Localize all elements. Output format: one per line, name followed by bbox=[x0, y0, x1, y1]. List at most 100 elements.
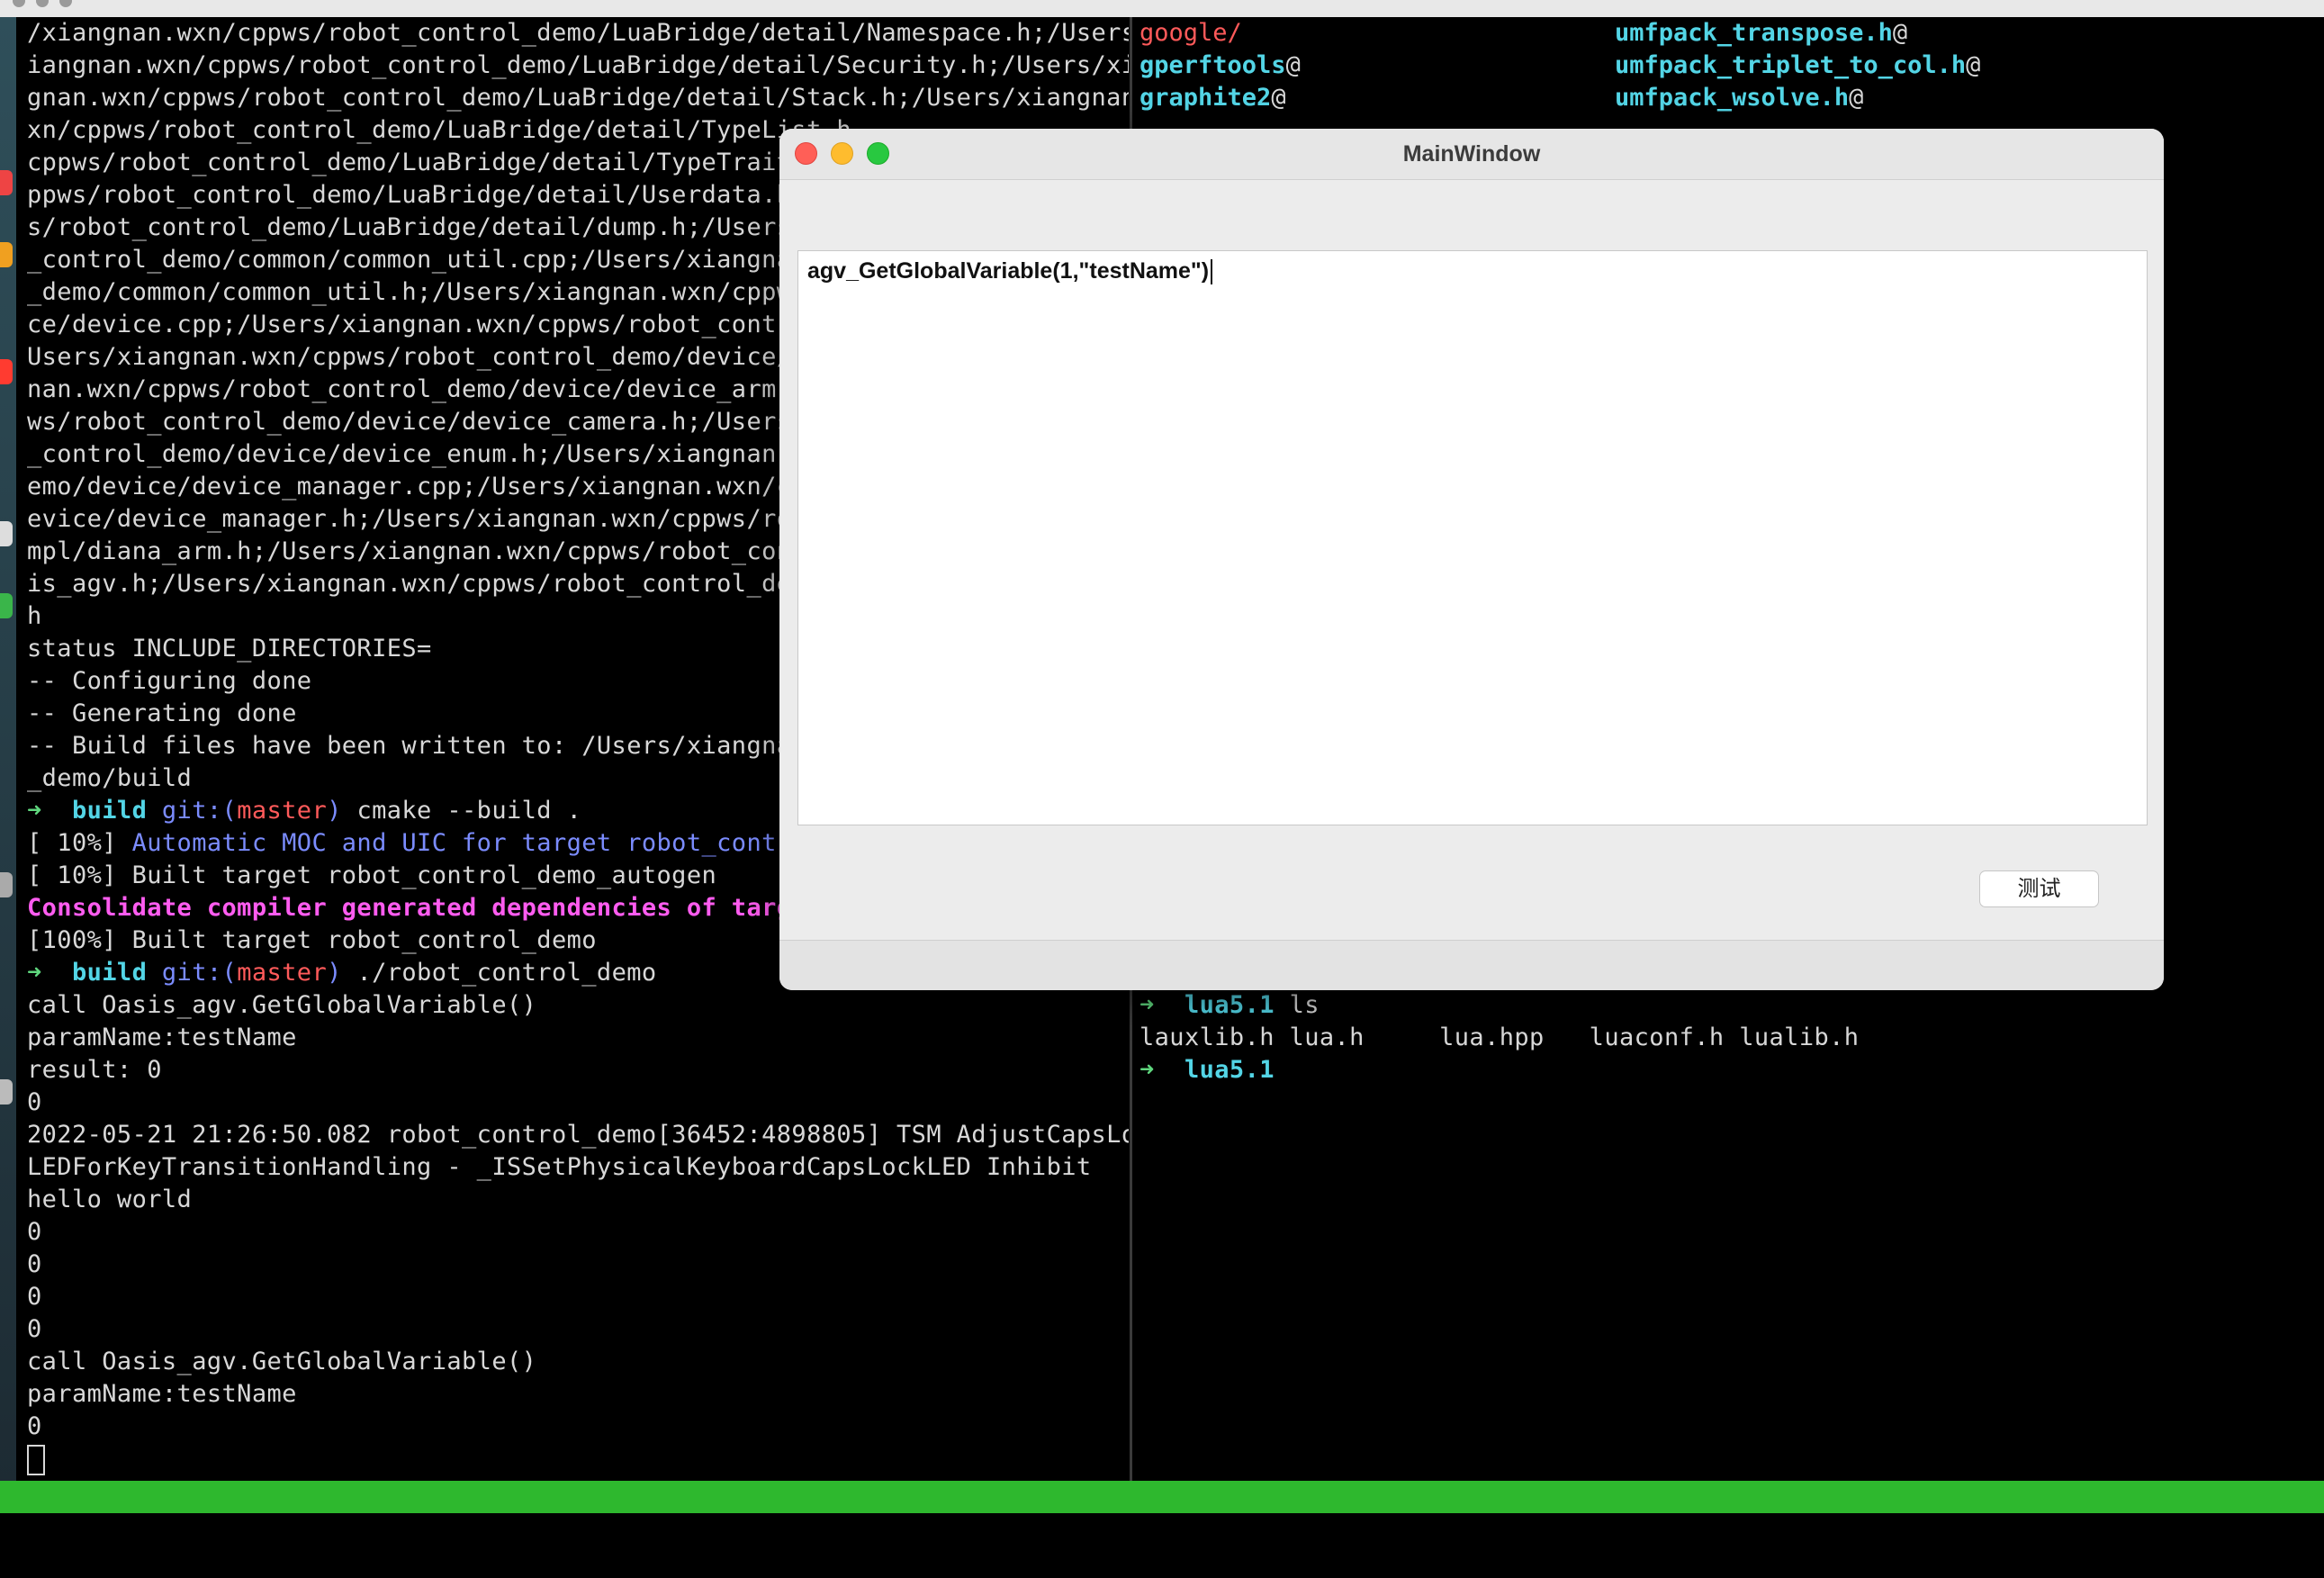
ls-entry: umfpack_wsolve.h@ bbox=[1615, 82, 1863, 114]
terminal-text: 0 bbox=[27, 1412, 42, 1440]
dock-app-icon[interactable] bbox=[0, 593, 13, 618]
terminal-text: hello world bbox=[27, 1186, 193, 1213]
symlink-marker: @ bbox=[1285, 51, 1301, 79]
terminal-text: [100%] Built target robot_control_demo bbox=[27, 926, 597, 954]
dock-app-icon[interactable] bbox=[0, 521, 13, 546]
tmux-host-label: "xiangnanwxndeMacBook-" 21 bbox=[1943, 1547, 2324, 1575]
terminal-text: ws/robot_control_demo/device/device_came… bbox=[27, 408, 807, 436]
terminal-text: mpl/diana_arm.h;/Users/xiangnan.wxn/cppw… bbox=[27, 537, 807, 565]
symlink-marker: @ bbox=[1271, 84, 1286, 112]
window-titlebar[interactable]: MainWindow bbox=[779, 129, 2164, 180]
window-control-icon bbox=[59, 0, 72, 7]
terminal-text: Automatic MOC and UIC for target robot_c… bbox=[131, 829, 807, 857]
dock-app-icon[interactable] bbox=[0, 170, 13, 195]
bottom-strip bbox=[0, 1513, 2324, 1534]
text-caret bbox=[1211, 259, 1213, 285]
prompt-arrow: ➜ bbox=[1139, 991, 1185, 1019]
terminal-text: call Oasis_agv.GetGlobalVariable() bbox=[27, 991, 537, 1019]
terminal-text: xn/cppws/robot_control_demo/LuaBridge/de… bbox=[27, 116, 852, 144]
ls-row: gperftools@ umfpack_triplet_to_col.h@ bbox=[1136, 50, 2324, 82]
ls-entry: google/ bbox=[1139, 17, 1242, 50]
terminal-text: build bbox=[71, 959, 162, 987]
terminal-text: 0 bbox=[27, 1315, 42, 1343]
ls-row: google/umfpack_transpose.h@ bbox=[1136, 17, 2324, 50]
terminal-text: master bbox=[237, 797, 328, 825]
terminal-text: h bbox=[27, 602, 42, 630]
terminal-text: _control_demo/device/device_enum.h;/User… bbox=[27, 440, 807, 468]
ls-entry: graphite2@ bbox=[1139, 82, 1286, 114]
terminal-line: ➜ lua5.1 bbox=[1136, 1054, 2324, 1087]
test-button[interactable]: 测试 bbox=[1979, 870, 2099, 907]
terminal-line: result: 0 bbox=[27, 1054, 1129, 1087]
terminal-text: -- Build files have been written to: /Us… bbox=[27, 732, 807, 760]
terminal-command: ls bbox=[1289, 991, 1320, 1019]
prompt-dir: lua5.1 bbox=[1184, 991, 1275, 1019]
window-title: MainWindow bbox=[1402, 141, 1541, 167]
terminal-text: ) bbox=[327, 797, 357, 825]
terminal-text: git:( bbox=[161, 959, 238, 987]
terminal-text: cppws/robot_control_demo/LuaBridge/detai… bbox=[27, 149, 807, 176]
terminal-line: ➜ lua5.1 ls bbox=[1136, 989, 2324, 1022]
terminal-text: ppws/robot_control_demo/LuaBridge/detail… bbox=[27, 181, 807, 209]
terminal-cursor bbox=[27, 1444, 45, 1475]
terminal-line: paramName:testName bbox=[27, 1378, 1129, 1411]
terminal-line: 0 bbox=[27, 1249, 1129, 1281]
terminal-text: call Oasis_agv.GetGlobalVariable() bbox=[27, 1348, 537, 1375]
tmux-status-bar: [0] 0:robot_control_d* "xiangnanwxndeMac… bbox=[0, 1481, 2324, 1575]
ls-entry-name: umfpack_wsolve.h bbox=[1615, 84, 1850, 112]
symlink-marker: @ bbox=[1966, 51, 1981, 79]
terminal-text: emo/device/device_manager.cpp;/Users/xia… bbox=[27, 473, 807, 500]
ls-entry-name: gperftools bbox=[1139, 51, 1286, 79]
terminal-text: gnan.wxn/cppws/robot_control_demo/LuaBri… bbox=[27, 84, 1129, 112]
ls-output: lauxlib.h lua.h lua.hpp luaconf.h lualib… bbox=[1139, 1023, 1860, 1051]
terminal-line: hello world bbox=[27, 1184, 1129, 1216]
terminal-text: _demo/common/common_util.h;/Users/xiangn… bbox=[27, 278, 807, 306]
terminal-line: 0 bbox=[27, 1313, 1129, 1346]
terminal-text: evice/device_manager.h;/Users/xiangnan.w… bbox=[27, 505, 807, 533]
terminal-text: ➜ bbox=[27, 959, 72, 987]
terminal-text: git:( bbox=[161, 797, 238, 825]
terminal-line: 0 bbox=[27, 1411, 1129, 1443]
terminal-line: LEDForKeyTransitionHandling - _ISSetPhys… bbox=[27, 1151, 1129, 1184]
terminal-text: Users/xiangnan.wxn/cppws/robot_control_d… bbox=[27, 343, 807, 371]
ls-entry-name: graphite2 bbox=[1139, 84, 1272, 112]
terminal-text: [ 10%] Built target robot_control_demo_a… bbox=[27, 861, 717, 889]
terminal-text: [ 10%] bbox=[27, 829, 132, 857]
terminal-text: paramName:testName bbox=[27, 1023, 297, 1051]
dock-edge bbox=[0, 17, 16, 1484]
terminal-line: 0 bbox=[27, 1087, 1129, 1119]
dock-app-icon[interactable] bbox=[0, 1079, 13, 1105]
terminal-text: 0 bbox=[27, 1283, 42, 1311]
terminal-line: iangnan.wxn/cppws/robot_control_demo/Lua… bbox=[27, 50, 1129, 82]
terminal-text: paramName:testName bbox=[27, 1380, 297, 1408]
terminal-text: ce/device.cpp;/Users/xiangnan.wxn/cppws/… bbox=[27, 311, 807, 338]
terminal-text: -- Configuring done bbox=[27, 667, 312, 695]
terminal-line: paramName:testName bbox=[27, 1022, 1129, 1054]
dock-app-icon[interactable] bbox=[0, 872, 13, 897]
symlink-marker: @ bbox=[1849, 84, 1864, 112]
main-window: MainWindow agv_GetGlobalVariable(1,"test… bbox=[779, 129, 2164, 990]
window-statusbar bbox=[779, 940, 2164, 990]
text-editor[interactable]: agv_GetGlobalVariable(1,"testName") bbox=[797, 250, 2148, 825]
terminal-line: 0 bbox=[27, 1216, 1129, 1249]
terminal-text: iangnan.wxn/cppws/robot_control_demo/Lua… bbox=[27, 51, 1129, 79]
terminal-line: 2022-05-21 21:26:50.082 robot_control_de… bbox=[27, 1119, 1129, 1151]
terminal-text: LEDForKeyTransitionHandling - _ISSetPhys… bbox=[27, 1153, 1092, 1181]
terminal-text: -- Generating done bbox=[27, 699, 297, 727]
terminal-line bbox=[27, 1443, 1129, 1475]
ls-entry-name: umfpack_transpose.h bbox=[1615, 19, 1893, 47]
terminal-text: ./robot_control_demo bbox=[356, 959, 657, 987]
terminal-text: _demo/build bbox=[27, 764, 193, 792]
prompt-dir: lua5.1 bbox=[1184, 1056, 1275, 1084]
terminal-text: Consolidate compiler generated dependenc… bbox=[27, 894, 807, 922]
dock-app-icon[interactable] bbox=[0, 242, 13, 267]
terminal-text: _control_demo/common/common_util.cpp;/Us… bbox=[27, 246, 807, 274]
terminal-text: 0 bbox=[27, 1218, 42, 1246]
terminal-line: call Oasis_agv.GetGlobalVariable() bbox=[27, 1346, 1129, 1378]
dock-app-icon[interactable] bbox=[0, 359, 13, 384]
terminal-text: ➜ bbox=[27, 797, 72, 825]
terminal-line: call Oasis_agv.GetGlobalVariable() bbox=[27, 989, 1129, 1022]
ls-entry-name: umfpack_triplet_to_col.h bbox=[1615, 51, 1967, 79]
terminal-text: s/robot_control_demo/LuaBridge/detail/du… bbox=[27, 213, 807, 241]
